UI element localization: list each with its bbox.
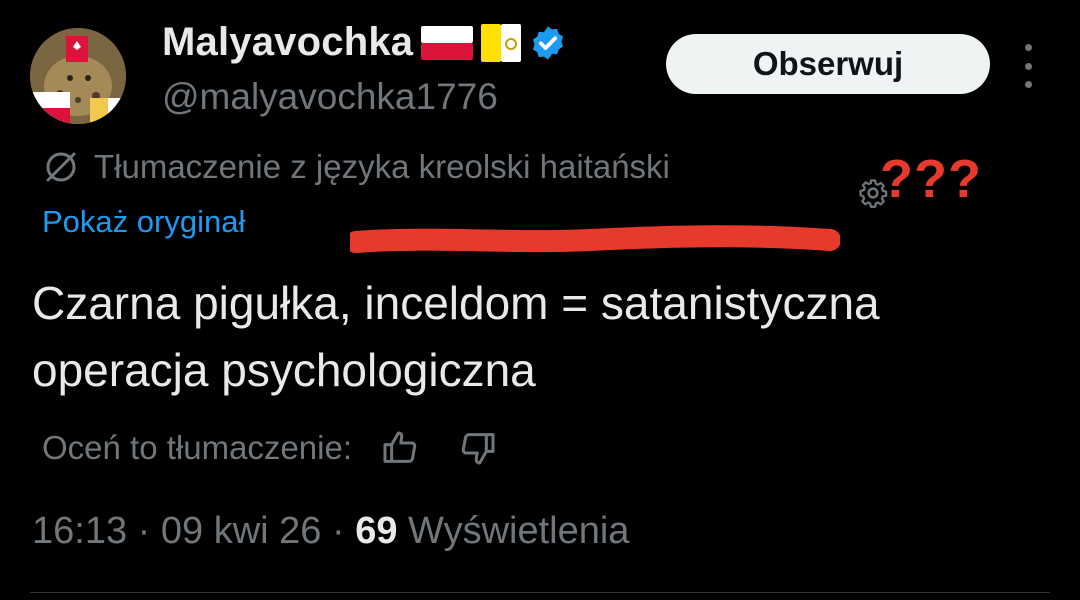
poland-flag-icon xyxy=(421,25,474,60)
tweet-text-line-1: Czarna pigułka, inceldom = satanistyczna xyxy=(32,277,880,329)
views-label: Wyświetlenia xyxy=(408,510,630,552)
translation-notice: Tłumaczenie z języka kreolski haitański xyxy=(42,148,670,186)
verified-badge-icon xyxy=(533,25,564,60)
author-name-row[interactable]: Malyavochka xyxy=(162,20,567,65)
meta-separator: · xyxy=(331,510,356,552)
annotation-question-marks: ??? xyxy=(880,149,982,209)
avatar[interactable] xyxy=(30,28,126,124)
rate-translation-label: Oceń to tłumaczenie: xyxy=(42,429,352,466)
more-options-icon[interactable] xyxy=(1018,44,1038,88)
tweet-time[interactable]: 16:13 xyxy=(32,510,127,552)
meta-separator: · xyxy=(137,510,161,552)
author-name[interactable]: Malyavochka xyxy=(162,20,413,65)
tweet-text-line-2: operacja psychologiczna xyxy=(32,344,536,396)
follow-button[interactable]: Obserwuj xyxy=(666,34,990,94)
thumbs-down-icon[interactable] xyxy=(458,428,498,468)
tweet-date[interactable]: 09 kwi 26 xyxy=(161,510,322,552)
rate-translation: Oceń to tłumaczenie: xyxy=(42,428,536,468)
divider xyxy=(30,592,1050,593)
author-handle[interactable]: @malyavochka1776 xyxy=(162,76,498,118)
translate-icon xyxy=(46,152,76,182)
tweet-meta: 16:13 · 09 kwi 26 · 69 Wyświetlenia xyxy=(32,510,629,553)
show-original-link[interactable]: Pokaż oryginał xyxy=(42,204,245,240)
vatican-flag-icon xyxy=(481,23,522,62)
red-underline-annotation xyxy=(350,225,840,253)
views-count: 69 xyxy=(355,510,398,552)
thumbs-up-icon[interactable] xyxy=(380,428,420,468)
tweet-text: Czarna pigułka, inceldom = satanistyczna… xyxy=(32,270,1052,404)
translation-notice-text: Tłumaczenie z języka kreolski haitański xyxy=(94,148,670,185)
